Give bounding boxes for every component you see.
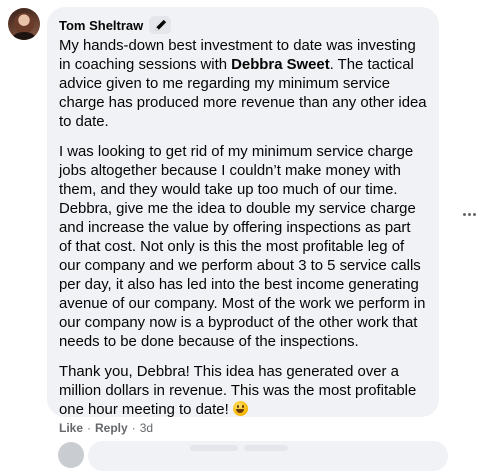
- dot: [462, 212, 466, 216]
- dot: [472, 212, 476, 216]
- comment-actions: Like · Reply · 3d: [59, 421, 153, 435]
- dot: [467, 212, 471, 216]
- comment-paragraph-1: My hands-down best investment to date wa…: [59, 37, 427, 132]
- timestamp[interactable]: 3d: [140, 421, 153, 435]
- separator: ·: [131, 421, 136, 435]
- reply-button[interactable]: Reply: [95, 421, 128, 435]
- pencil-icon[interactable]: [149, 16, 172, 34]
- reply-placeholder: [190, 445, 238, 451]
- comment-paragraph-2: I was looking to get rid of my minimum s…: [59, 144, 426, 350]
- more-options-icon[interactable]: [458, 204, 480, 224]
- comment-bubble: Tom Sheltraw My hands-down best investme…: [47, 7, 439, 420]
- avatar-figure: [12, 32, 36, 40]
- like-button[interactable]: Like: [59, 421, 83, 435]
- comment-paragraph-3: Thank you, Debbra! This idea has generat…: [59, 363, 427, 420]
- grinning-face-icon: [232, 401, 248, 416]
- separator: ·: [87, 421, 92, 435]
- author-avatar[interactable]: [8, 8, 40, 40]
- comment-header: Tom Sheltraw: [59, 15, 427, 35]
- author-name[interactable]: Tom Sheltraw: [59, 18, 143, 33]
- reply-placeholder: [244, 445, 288, 451]
- mention-link[interactable]: Debbra Sweet: [231, 57, 329, 73]
- reply-avatar[interactable]: [58, 442, 84, 468]
